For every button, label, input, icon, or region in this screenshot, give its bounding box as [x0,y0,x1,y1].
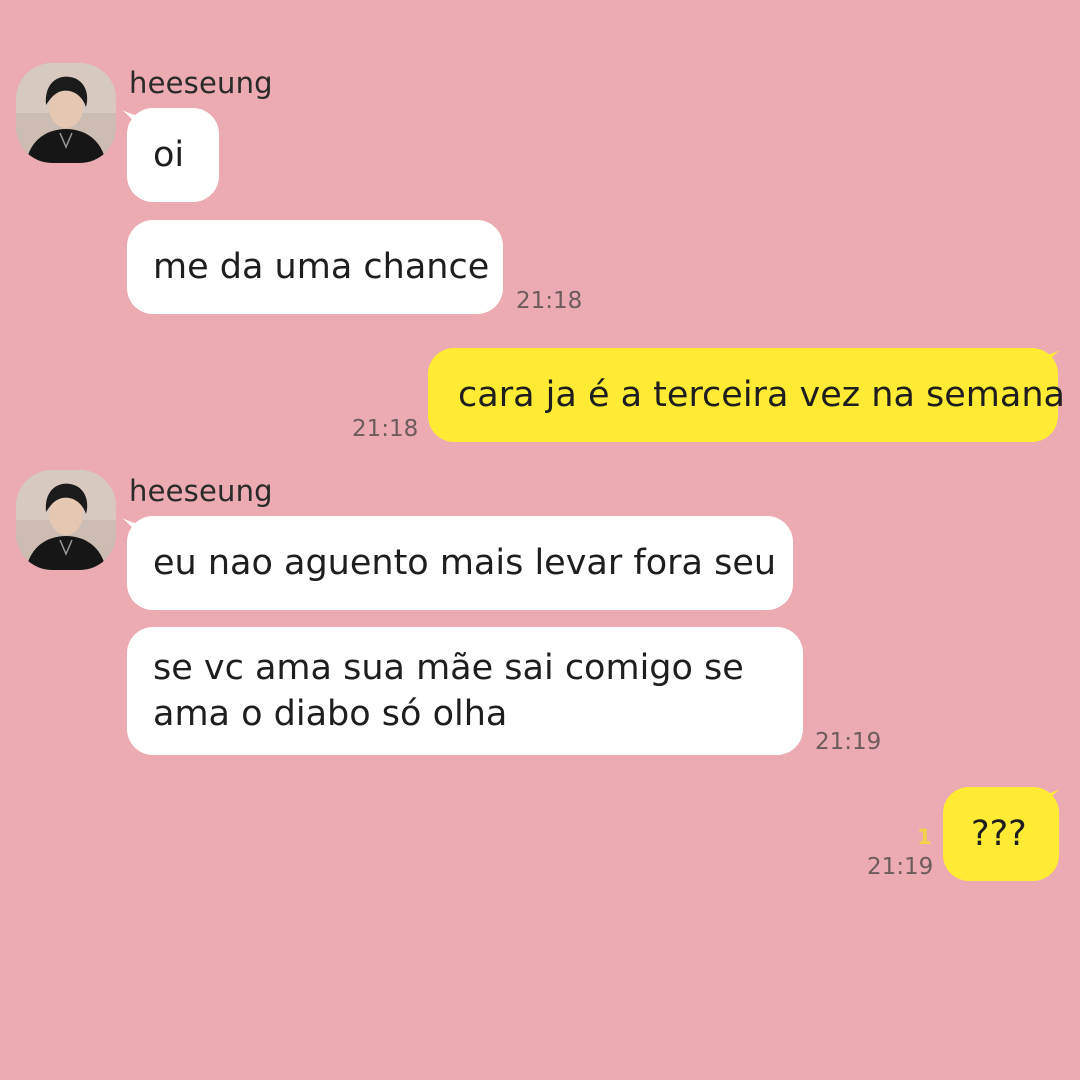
message-timestamp: 21:19 [867,854,934,880]
sender-name: heeseung [129,66,273,100]
avatar-image [16,470,116,570]
avatar-image [16,63,116,163]
message-bubble[interactable]: cara ja é a terceira vez na semana [428,348,1065,442]
message-bubble[interactable]: me da uma chance [127,220,503,314]
message-timestamp: 21:19 [815,729,882,755]
message-bubble[interactable]: eu nao aguento mais levar fora seu [127,516,793,610]
message-timestamp: 21:18 [516,288,583,314]
chat-area: heeseung oi me da uma chance 21:18 cara … [0,0,1080,1080]
message-bubble[interactable]: ??? [943,787,1059,881]
message-timestamp: 21:18 [352,416,419,442]
message-bubble[interactable]: se vc ama sua mãe sai comigo se ama o di… [127,627,803,755]
unread-count: 1 [917,825,932,849]
avatar[interactable] [16,470,116,570]
message-bubble[interactable]: oi [127,108,219,202]
avatar[interactable] [16,63,116,163]
sender-name: heeseung [129,474,273,508]
